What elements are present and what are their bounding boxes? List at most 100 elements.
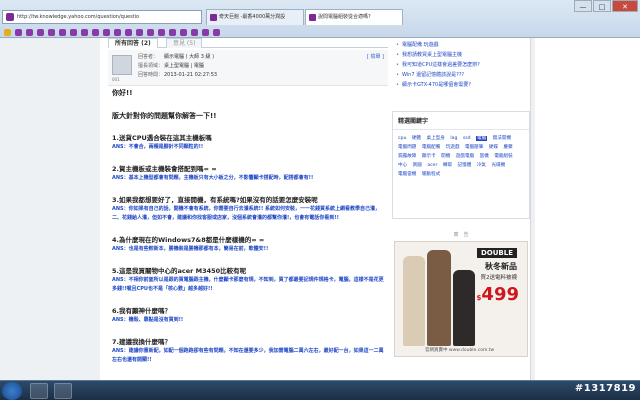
answerer-link[interactable]: 顯示電腦 ( 大師 3 級 ) [164,53,214,62]
keyword-tag[interactable]: 電腦當機 [398,172,416,177]
related-link[interactable]: 我可知道CPU這樣會過差要怎麼辦? [396,60,480,70]
keyword-tag[interactable]: lag [450,136,457,141]
yahoo-favorite-icon[interactable] [147,28,154,36]
yahoo-favorite-icon[interactable] [15,28,22,36]
yahoo-favorite-icon[interactable] [180,28,187,36]
keyword-tag[interactable]: 開機 [441,154,450,159]
yahoo-favorite-icon[interactable] [158,28,165,36]
right-sidebar: 電腦配備 玩遊戲 我想請教買桌上型電腦主機 我可知道CPU這樣會過差要怎麼辦? … [392,38,530,380]
tab-1-label: 奇天巨館 -最香4000萬分潤設 [219,14,286,20]
meta-row: 擅長領域： 桌上型電腦 | 電腦 [138,62,217,71]
ad-price: $499 [477,284,519,305]
app-taskbar-icon[interactable] [54,383,72,399]
address-bar[interactable]: http://tw.knowledge.yahoo.com/question/q… [2,10,202,24]
keyword-tag[interactable]: 記憶體 [458,163,472,168]
watermark: #1317819 [574,383,636,394]
keyword-tag[interactable]: 漏露故障 [398,154,416,159]
scrollbar[interactable] [530,38,535,380]
yahoo-favorite-icon[interactable] [114,28,121,36]
qa-item: 3.如果我都想要好了，直接開機，有系統嗎?如果沒有的話要怎麼安裝呢 ANS：你如果… [112,195,384,223]
tab-2[interactable]: 說問電腦組裝從合適嗎? [305,9,403,25]
page-left-margin [0,38,100,380]
answer-text: ANS：機殼、靠點是沒有買到!! [112,317,184,323]
keyword-tag[interactable]: 電腦組裝 [494,154,512,159]
yahoo-favorite-icon[interactable] [191,28,198,36]
window-controls: — □ ✕ [573,0,638,12]
greeting: 你好!! [112,89,133,97]
keyword-tag[interactable]: 電腦 [476,136,488,141]
qa-item: 6.我有顯神什麼嗎？ ANS：機殼、靠點是沒有買到!! [112,306,384,325]
tab-1[interactable]: 奇天巨館 -最香4000萬分潤設 [206,9,304,25]
ie-taskbar-icon[interactable] [30,383,48,399]
yahoo-favorite-icon[interactable] [213,28,220,36]
keyword-tag[interactable]: ssd [463,136,471,141]
close-button[interactable]: ✕ [612,0,638,12]
yahoo-favorite-icon[interactable] [92,28,99,36]
yahoo-favorite-icon[interactable] [136,28,143,36]
report-link[interactable]: [ 檢舉 ] [367,53,384,60]
ad-price-value: 499 [481,284,519,305]
keyword-tag[interactable]: 驅動程式 [422,172,440,177]
question-text: 2.賀主機板或主機裝會搭配到嗎= = [112,165,217,173]
yahoo-tab-icon [309,14,316,21]
answer-text: ANS：建議你重新配，如配一個跑跑卻有些有問題，不知在還要多少，我加需電腦二萬六… [112,348,384,363]
model-image [403,256,425,346]
yahoo-favorite-icon[interactable] [81,28,88,36]
ad-label: 廣 告 [453,232,469,238]
yahoo-favorite-icon[interactable] [103,28,110,36]
keyword-tag[interactable]: 電腦配備 [422,145,440,150]
keyword-tag[interactable]: 顯示卡 [422,154,436,159]
related-link[interactable]: Win7 還留記憶體該說是??? [396,70,480,80]
keyword-tag[interactable]: 當機 [480,154,489,159]
favorites-bar [0,26,640,38]
meta-rows: 回答者： 顯示電腦 ( 大師 3 級 ) 擅長領域： 桌上型電腦 | 電腦 回答時間… [138,53,217,80]
keyword-tag[interactable]: 無法開機 [493,136,511,141]
answer-timestamp: 2013-01-21 02:27:53 [164,72,218,78]
keyword-tag[interactable]: 桌上型身 [427,136,445,141]
yahoo-favorite-icon[interactable] [48,28,55,36]
maximize-button[interactable]: □ [593,0,611,12]
related-link[interactable]: 電腦配備 玩遊戲 [396,40,480,50]
tab-opinions[interactable]: 意見 (5) [166,38,203,48]
avatar-caption: 001 [112,77,120,82]
yahoo-favorite-icon[interactable] [37,28,44,36]
meta-row: 回答者： 顯示電腦 ( 大師 3 級 ) [138,53,217,62]
intro-text: 版大針對你的問題幫你解答一下!! [112,112,217,120]
keywords-title: 精選關鍵字 [393,112,529,130]
yahoo-favorite-icon[interactable] [169,28,176,36]
ad-url: 官網買賣中 www.double.com.tw [425,348,495,353]
yahoo-favorite-icon[interactable] [70,28,77,36]
yahoo-favorite-icon[interactable] [26,28,33,36]
related-link[interactable]: 顯示卡GTX-470是哪個會需要? [396,80,480,90]
keyword-tag[interactable]: cpu [398,136,406,141]
address-url: http://tw.knowledge.yahoo.com/question/q… [17,14,140,20]
avatar[interactable] [112,55,132,75]
favorite-star-icon[interactable] [4,28,11,36]
keyword-tag[interactable]: 中心 [398,163,407,168]
start-button[interactable] [2,382,22,400]
yahoo-favorite-icon[interactable] [125,28,132,36]
keyword-tag[interactable]: 電腦壓筆 [465,145,483,150]
answer-panel: 所有回答 (2) 意見 (5) 001 回答者： 顯示電腦 ( 大師 3 級 ) … [108,38,388,380]
keyword-tag[interactable]: 硬碟 [489,145,498,150]
question-text: 7.建議我換什麼嗎？ [112,338,171,346]
keyword-tag[interactable]: 轉取 [443,163,452,168]
keyword-tag[interactable]: 遊戲電腦 [456,154,474,159]
keyword-tag[interactable]: 冷氣 [477,163,486,168]
question-text: 3.如果我都想要好了，直接開機，有系統嗎?如果沒有的話要怎麼安裝呢 [112,196,318,204]
yahoo-favorite-icon[interactable] [202,28,209,36]
keyword-tag[interactable]: 硬體 [412,136,421,141]
keyword-tag[interactable]: 買腦 [413,163,422,168]
qa-item: 4.為什麼現在的Windows7&8都是什麼樣機的= = ANS：也是有些較新本，… [112,235,384,254]
keyword-tag[interactable]: acer [427,163,437,168]
yahoo-favorite-icon[interactable] [59,28,66,36]
keyword-tag[interactable]: 玩遊戲 [446,145,460,150]
minimize-button[interactable]: — [574,0,592,12]
ad-banner[interactable]: DOUBLE 秋冬新品 買2送電料被襪 $499 官網買賣中 www.doubl… [394,241,528,357]
keyword-tag[interactable]: 慶聚 [504,145,513,150]
tab-all-answers[interactable]: 所有回答 (2) [108,38,158,48]
meta-key: 回答者： [138,54,159,60]
keyword-tag[interactable]: 電腦問題 [398,145,416,150]
keyword-tag[interactable]: 光碟機 [491,163,505,168]
related-link[interactable]: 我想請教買桌上型電腦主機 [396,50,480,60]
